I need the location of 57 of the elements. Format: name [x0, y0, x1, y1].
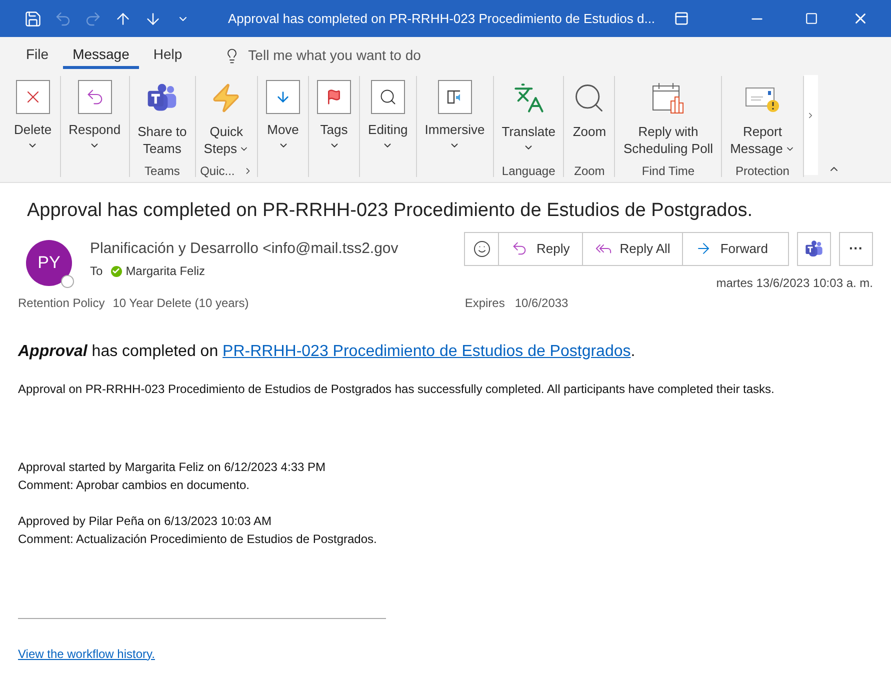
reply-icon [511, 240, 528, 257]
search-icon [370, 80, 405, 114]
message-date: martes 13/6/2023 10:03 a. m. [716, 274, 873, 292]
book-speaker-icon [438, 80, 472, 114]
teams-button[interactable] [797, 232, 831, 266]
delete-icon [16, 80, 50, 114]
maximize-icon[interactable] [805, 12, 818, 25]
ribbon-button[interactable]: Quick Steps [198, 76, 256, 164]
calendar-chart-icon [651, 80, 686, 116]
expires-label: Expires [464, 294, 505, 312]
retention-value: 10 Year Delete (10 years) [112, 294, 249, 312]
sender-name: Planificación y Desarrollo <info@mail.tss2.gov [90, 238, 398, 258]
ribbon-button[interactable]: Respond [62, 76, 127, 164]
body-line: Comment: Actualización Procedimiento de Estudios de Postgrados. [18, 530, 378, 548]
ribbon-button[interactable]: Zoom [566, 76, 612, 164]
group-label: Zoom [574, 163, 605, 180]
ribbon-button[interactable]: Delete [8, 76, 58, 164]
group-label: Quic... [200, 163, 235, 180]
avatar: PY [26, 240, 72, 286]
flag-icon [317, 80, 352, 114]
window-title: Approval has completed on PR-RRHH-023 Procedimiento de Estudios d... [228, 10, 656, 28]
teams-icon [804, 238, 824, 258]
ribbon-button[interactable]: Reply with Scheduling Poll [617, 76, 720, 164]
message-subject: Approval has completed on PR-RRHH-023 Procedimiento de Estudios de Postgrados. [26, 199, 754, 223]
body-line: Approval started by Margarita Feliz on 6/12/2023 4:33 PM [18, 458, 326, 476]
ribbon-button[interactable]: Editing [362, 76, 414, 164]
forward-button[interactable]: Forward [683, 232, 788, 264]
expires-date: 10/6/2033 [514, 294, 568, 312]
retention-label: Retention Policy [18, 294, 105, 312]
ribbon-button[interactable]: Translate [496, 76, 562, 164]
ribbon-tab[interactable]: File [16, 42, 59, 68]
ribbon-button[interactable]: Tags [311, 76, 358, 164]
body-line: Approved by Pilar Peña on 6/13/2023 10:03 AM [18, 512, 273, 530]
ribbon-button[interactable]: Share to Teams [132, 76, 193, 164]
recipient-name: Margarita Feliz [126, 263, 206, 280]
ribbon-tab[interactable]: Help [143, 42, 192, 68]
body-heading: Approval has completed on PR-RRHH-023 Procedimiento de Estudios de Postgrados. [18, 342, 636, 362]
ribbon-button[interactable]: Report Message [724, 76, 801, 164]
ribbon-display-icon[interactable] [674, 11, 689, 26]
tell-me-field[interactable]: Tell me what you want to do [224, 42, 488, 68]
reply-button[interactable]: Reply [499, 232, 583, 264]
more-button[interactable]: ··· [839, 232, 873, 266]
ribbon-button[interactable]: Move [260, 76, 306, 164]
presence-icon [61, 274, 74, 288]
document-link[interactable]: PR-RRHH-023 Procedimiento de Estudios de Postgrados [222, 342, 631, 360]
ribbon-button[interactable]: Immersive [418, 76, 491, 164]
workflow-history-link[interactable]: View the workflow history. [18, 644, 155, 662]
reply-all-button[interactable]: Reply All [582, 232, 684, 264]
body-paragraph: Approval on PR-RRHH-023 Procedimiento de Estudios de Postgrados has successfully completed. All participants have completed their tasks. [18, 380, 776, 398]
smiley-icon [472, 240, 491, 258]
to-label: To [90, 263, 103, 280]
group-label: Protection [735, 163, 790, 180]
group-label: Language [502, 163, 556, 180]
group-label: Find Time [642, 163, 695, 180]
group-label: Teams [144, 163, 180, 180]
status-icon [110, 266, 122, 276]
body-line: Comment: Aprobar cambios en documento. [18, 476, 250, 494]
